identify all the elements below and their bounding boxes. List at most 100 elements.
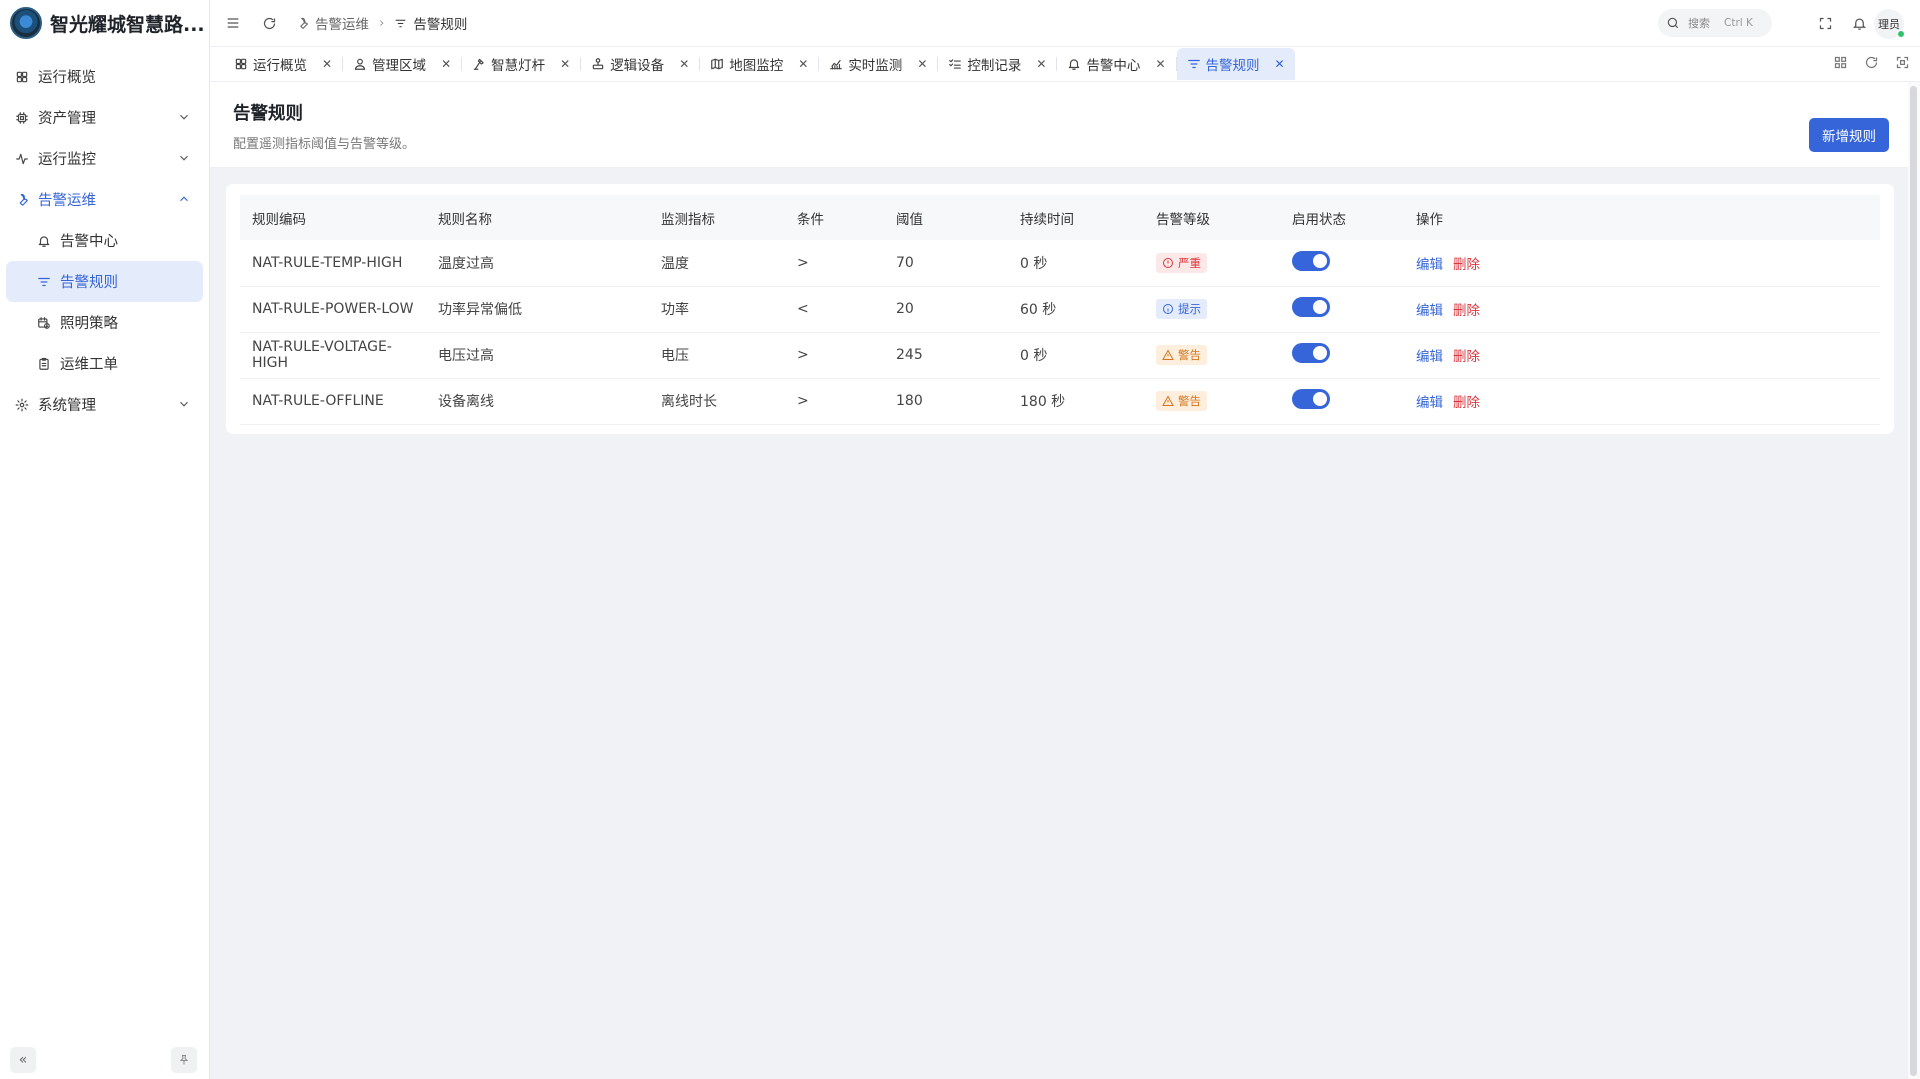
rule-enabled-cell bbox=[1280, 332, 1404, 379]
edit-link[interactable]: 编辑 bbox=[1416, 257, 1443, 273]
sidebar-nav: 运行概览 资产管理 运行监控 告警运维 告警中心 告警规则 照明策略 运维工单系统管理 bbox=[0, 46, 209, 425]
edit-link[interactable]: 编辑 bbox=[1416, 349, 1443, 365]
chart-line-icon bbox=[829, 57, 843, 71]
rule-threshold: 20 bbox=[884, 286, 1008, 333]
close-icon[interactable]: ✕ bbox=[679, 57, 689, 71]
avatar[interactable]: 理员 bbox=[1874, 9, 1905, 39]
grid-icon[interactable] bbox=[1833, 55, 1850, 72]
rule-name: 电压过高 bbox=[426, 332, 649, 379]
bell-icon[interactable] bbox=[1850, 14, 1868, 32]
sidebar-item[interactable]: 资产管理 bbox=[6, 97, 203, 138]
tab[interactable]: 智慧灯杆 ✕ bbox=[462, 48, 580, 80]
tab-list: 运行概览 ✕ 管理区域 ✕ 智慧灯杆 ✕ 逻辑设备 ✕ 地图监控 ✕ 实时监测 ✕ 控制记录 ✕ 告警中心 ✕… bbox=[210, 47, 1295, 81]
tab[interactable]: 逻辑设备 ✕ bbox=[581, 48, 699, 80]
rule-metric: 离线时长 bbox=[649, 378, 785, 425]
rule-metric: 电压 bbox=[649, 332, 785, 379]
top-header: 告警运维 › 告警规则 搜索 Ctrl K 理员 bbox=[210, 0, 1920, 46]
app-title: 智光耀城智慧路... bbox=[50, 13, 205, 36]
rule-condition: > bbox=[785, 240, 884, 287]
scrollbar[interactable] bbox=[1908, 82, 1920, 1079]
rule-level-cell: 警告 bbox=[1144, 378, 1280, 425]
search-box[interactable]: 搜索 Ctrl K bbox=[1658, 9, 1772, 37]
tab-label: 智慧灯杆 bbox=[491, 58, 546, 74]
table-row: NAT-RULE-TEMP-HIGH 温度过高 温度 >70 0 秒 严重 编辑 删除 bbox=[240, 240, 1880, 287]
table-row: NAT-RULE-VOLTAGE-HIGH 电压过高 电压 >245 0 秒 警告 编辑 删除 bbox=[240, 332, 1880, 379]
level-badge: 警告 bbox=[1156, 345, 1207, 365]
sidebar-item-label: 系统管理 bbox=[38, 398, 96, 414]
tab-label: 告警规则 bbox=[1205, 58, 1260, 74]
app-logo bbox=[10, 7, 42, 39]
delete-link[interactable]: 删除 bbox=[1453, 349, 1480, 365]
close-icon[interactable]: ✕ bbox=[1275, 57, 1285, 71]
close-icon[interactable]: ✕ bbox=[441, 57, 451, 71]
tab[interactable]: 控制记录 ✕ bbox=[938, 48, 1056, 80]
enabled-toggle[interactable] bbox=[1292, 343, 1330, 363]
dashboard-icon bbox=[234, 57, 248, 71]
rule-code: NAT-RULE-TEMP-HIGH bbox=[240, 240, 426, 287]
delete-link[interactable]: 删除 bbox=[1453, 257, 1480, 273]
filter-icon bbox=[1187, 57, 1201, 71]
menu-toggle-icon[interactable] bbox=[220, 10, 246, 36]
chevron-up-icon bbox=[177, 192, 191, 206]
sidebar-item[interactable]: 告警规则 bbox=[6, 261, 203, 302]
enabled-toggle[interactable] bbox=[1292, 297, 1330, 317]
add-rule-button[interactable]: 新增规则 bbox=[1809, 118, 1889, 152]
rules-table: 规则编码 规则名称 监测指标 条件 阈值 持续时间 告警等级 启用状态 操作 NAT-RULE-… bbox=[240, 195, 1880, 425]
edit-link[interactable]: 编辑 bbox=[1416, 395, 1443, 411]
tab-label: 控制记录 bbox=[967, 58, 1022, 74]
enabled-toggle[interactable] bbox=[1292, 250, 1330, 271]
page-description: 配置遥测指标阈值与告警等级。 bbox=[233, 137, 416, 152]
sidebar-item[interactable]: 系统管理 bbox=[6, 384, 203, 425]
sidebar-item[interactable]: 运行概览 bbox=[6, 56, 203, 97]
pin-icon[interactable] bbox=[171, 1047, 197, 1073]
tab-label: 管理区域 bbox=[372, 58, 427, 74]
rule-duration: 180 秒 bbox=[1008, 378, 1144, 425]
sidebar-item[interactable]: 运维工单 bbox=[6, 343, 203, 384]
page-title: 告警规则 bbox=[233, 104, 303, 124]
tab[interactable]: 实时监测 ✕ bbox=[819, 48, 937, 80]
breadcrumb-item[interactable]: 告警运维 bbox=[315, 13, 369, 33]
clipboard-icon bbox=[36, 356, 52, 372]
close-icon[interactable]: ✕ bbox=[322, 57, 332, 71]
close-icon[interactable]: ✕ bbox=[560, 57, 570, 71]
rule-threshold: 245 bbox=[884, 332, 1008, 379]
collapse-sidebar-button[interactable]: « bbox=[10, 1047, 36, 1073]
close-icon[interactable]: ✕ bbox=[917, 57, 927, 71]
rule-metric: 温度 bbox=[649, 240, 785, 287]
tab[interactable]: 告警规则 ✕ bbox=[1176, 48, 1295, 80]
sidebar-item[interactable]: 告警运维 bbox=[6, 179, 203, 220]
tab[interactable]: 地图监控 ✕ bbox=[700, 48, 818, 80]
scrollbar-thumb[interactable] bbox=[1910, 86, 1917, 1076]
level-label: 严重 bbox=[1178, 255, 1201, 270]
rule-threshold: 70 bbox=[884, 240, 1008, 287]
close-icon[interactable]: ✕ bbox=[798, 57, 808, 71]
rule-code: NAT-RULE-POWER-LOW bbox=[240, 286, 426, 333]
refresh-icon[interactable] bbox=[256, 10, 282, 36]
rule-code: NAT-RULE-VOLTAGE-HIGH bbox=[240, 332, 426, 379]
sidebar-item[interactable]: 告警中心 bbox=[6, 220, 203, 261]
delete-link[interactable]: 删除 bbox=[1453, 395, 1480, 411]
rule-actions: 编辑 删除 bbox=[1404, 332, 1880, 379]
tab[interactable]: 告警中心 ✕ bbox=[1057, 48, 1175, 80]
tab[interactable]: 管理区域 ✕ bbox=[343, 48, 461, 80]
enabled-toggle[interactable] bbox=[1292, 389, 1330, 409]
maximize-icon[interactable] bbox=[1895, 55, 1912, 72]
breadcrumb-current: 告警规则 bbox=[413, 17, 468, 33]
close-icon[interactable]: ✕ bbox=[1155, 57, 1165, 71]
fullscreen-icon[interactable] bbox=[1816, 14, 1834, 32]
column-header: 条件 bbox=[785, 195, 884, 240]
tab[interactable]: 运行概览 ✕ bbox=[224, 48, 342, 80]
rule-condition: < bbox=[785, 286, 884, 333]
table-row: NAT-RULE-OFFLINE 设备离线 离线时长 >180 180 秒 警告 编辑 删除 bbox=[240, 378, 1880, 425]
rule-code: NAT-RULE-OFFLINE bbox=[240, 378, 426, 425]
edit-link[interactable]: 编辑 bbox=[1416, 303, 1443, 319]
table-row: NAT-RULE-POWER-LOW 功率异常偏低 功率 <20 60 秒 提示 编辑 删除 bbox=[240, 286, 1880, 333]
refresh-tab-icon[interactable] bbox=[1864, 55, 1881, 72]
sidebar: 智光耀城智慧路... 运行概览 资产管理 运行监控 告警运维 告警中心 告警规则 照明策略运… bbox=[0, 0, 210, 1079]
bell-icon bbox=[1067, 57, 1081, 71]
sidebar-item[interactable]: 照明策略 bbox=[6, 302, 203, 343]
delete-link[interactable]: 删除 bbox=[1453, 303, 1480, 319]
close-icon[interactable]: ✕ bbox=[1036, 57, 1046, 71]
sidebar-item[interactable]: 运行监控 bbox=[6, 138, 203, 179]
table-body: NAT-RULE-TEMP-HIGH 温度过高 温度 >70 0 秒严重 编辑 删除 NAT-… bbox=[240, 240, 1880, 425]
